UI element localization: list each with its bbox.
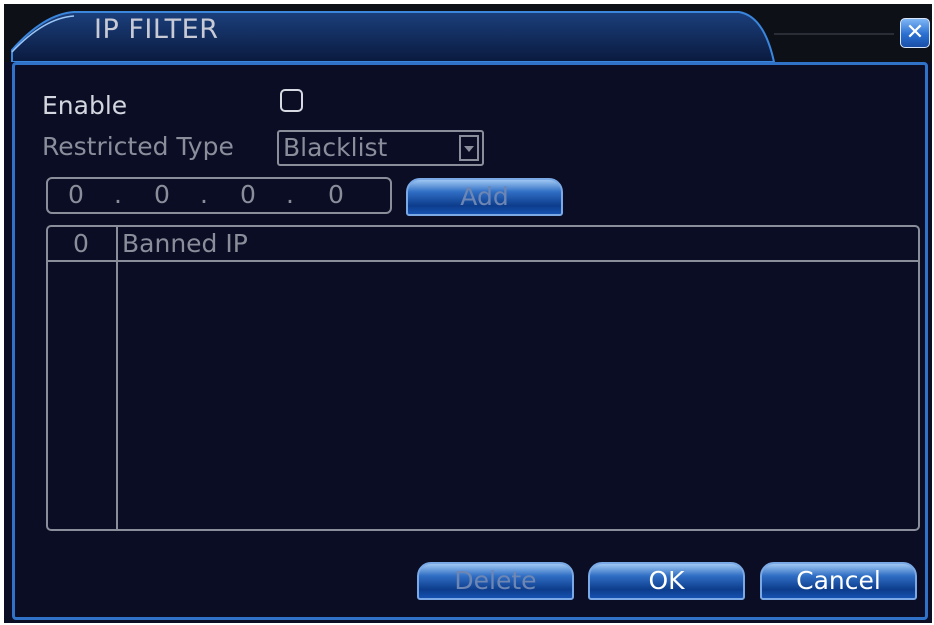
ok-button[interactable]: OK xyxy=(588,562,745,600)
title-bar: IP FILTER ✕ xyxy=(4,4,932,62)
ip-separator: . xyxy=(286,180,294,209)
cancel-button[interactable]: Cancel xyxy=(760,562,917,600)
close-icon[interactable]: ✕ xyxy=(900,18,930,48)
banned-ip-table: 0 Banned IP xyxy=(46,225,920,531)
window-title: IP FILTER xyxy=(94,14,219,45)
delete-button[interactable]: Delete xyxy=(417,562,574,600)
ip-filter-window: IP FILTER ✕ Enable Restricted Type Black… xyxy=(4,4,932,623)
restricted-type-value: Blacklist xyxy=(283,133,388,162)
ip-octet-2[interactable]: 0 xyxy=(154,180,170,209)
enable-label: Enable xyxy=(42,91,128,120)
table-index-header: 0 xyxy=(73,229,89,258)
add-button[interactable]: Add xyxy=(406,178,563,216)
ip-octet-3[interactable]: 0 xyxy=(240,180,256,209)
restricted-type-select[interactable]: Blacklist xyxy=(277,130,484,166)
table-column-divider xyxy=(116,227,118,529)
chevron-down-icon[interactable] xyxy=(459,135,479,161)
enable-checkbox[interactable] xyxy=(280,89,303,112)
ip-octet-4[interactable]: 0 xyxy=(328,180,344,209)
table-banned-ip-header: Banned IP xyxy=(122,229,248,258)
content-frame: Enable Restricted Type Blacklist 0 . 0 .… xyxy=(12,62,928,620)
restricted-type-label: Restricted Type xyxy=(42,132,234,161)
table-header-divider xyxy=(48,260,918,262)
ip-octet-1[interactable]: 0 xyxy=(68,180,84,209)
close-glyph: ✕ xyxy=(905,20,925,45)
ip-separator: . xyxy=(114,180,122,209)
ip-address-input[interactable]: 0 . 0 . 0 . 0 xyxy=(46,177,392,214)
ip-separator: . xyxy=(200,180,208,209)
